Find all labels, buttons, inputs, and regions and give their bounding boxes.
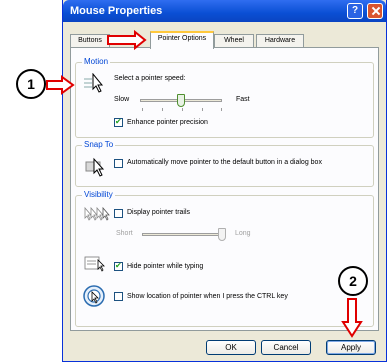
- annotation-layer: [46, 29, 363, 338]
- callout-one: 1: [16, 69, 46, 99]
- callout-two-arrow: [341, 298, 363, 338]
- tab-arrow: [107, 29, 147, 51]
- callout-two: 2: [338, 266, 368, 296]
- callout-one-arrow: [46, 75, 75, 95]
- tab-pointer-options-label: Pointer Options: [157, 35, 207, 42]
- tab-pointer-options[interactable]: Pointer Options: [150, 31, 214, 49]
